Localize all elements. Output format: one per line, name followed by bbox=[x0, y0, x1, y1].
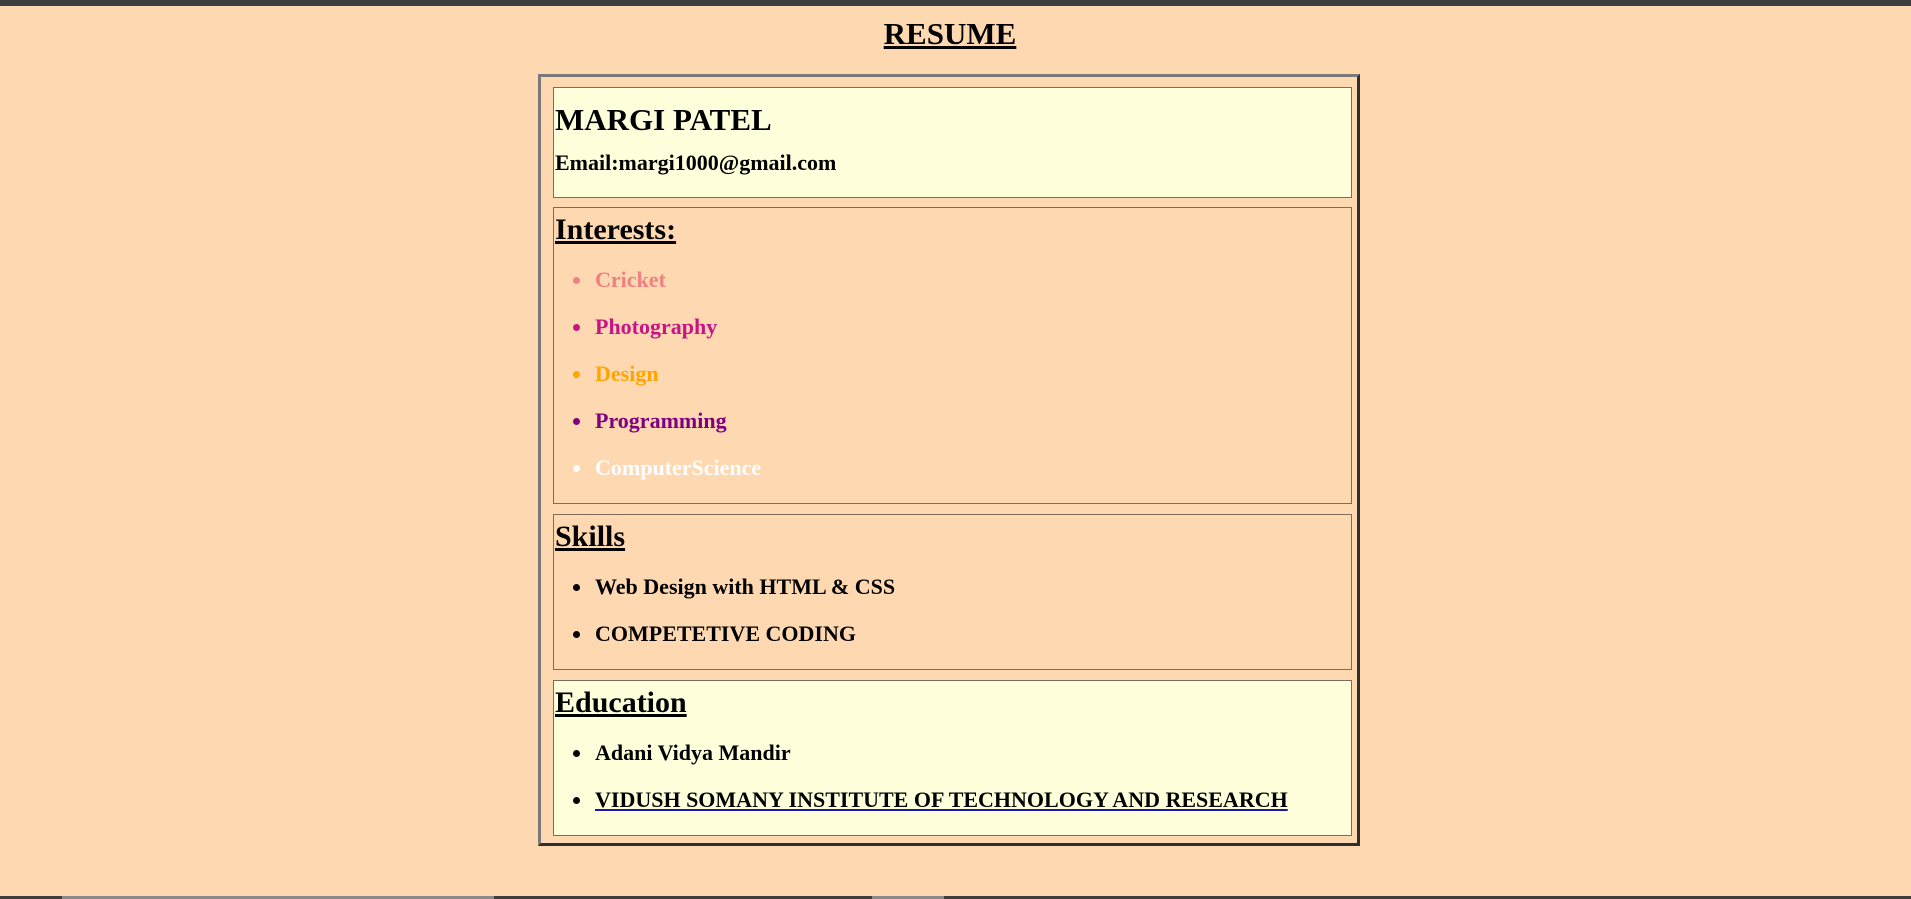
interest-item-design: Design bbox=[573, 361, 659, 386]
skills-section: Skills Web Design with HTML & CSS COMPET… bbox=[553, 514, 1352, 670]
email-text: Email:margi1000@gmail.com bbox=[555, 150, 837, 175]
header-section: MARGI PATEL Email:margi1000@gmail.com bbox=[553, 87, 1352, 198]
window-top-bar bbox=[0, 0, 1911, 6]
skill-item-competitive-coding: COMPETETIVE CODING bbox=[573, 621, 856, 646]
interests-heading: Interests: bbox=[555, 213, 677, 246]
candidate-name: MARGI PATEL bbox=[555, 102, 772, 137]
resume-frame: MARGI PATEL Email:margi1000@gmail.com In… bbox=[538, 74, 1360, 846]
page-title: RESUME bbox=[883, 16, 1017, 51]
institute-link[interactable]: VIDUSH SOMANY INSTITUTE OF TECHNOLOGY AN… bbox=[595, 787, 1288, 812]
interest-item-photography: Photography bbox=[572, 314, 718, 339]
interest-item-computer-science: ComputerScience bbox=[572, 455, 762, 480]
skill-item-web-design: Web Design with HTML & CSS bbox=[572, 574, 896, 599]
skills-heading: Skills bbox=[555, 520, 626, 553]
interest-item-cricket: Cricket bbox=[573, 267, 666, 292]
education-item-institute[interactable]: VIDUSH SOMANY INSTITUTE OF TECHNOLOGY AN… bbox=[573, 786, 1288, 814]
education-item-school: Adani Vidya Mandir bbox=[573, 740, 791, 765]
interest-item-programming: Programming bbox=[573, 408, 727, 433]
interests-section: Interests: Cricket Photography Design Pr… bbox=[553, 207, 1352, 504]
education-section: Education Adani Vidya Mandir VIDUSH SOMA… bbox=[553, 680, 1352, 836]
education-heading: Education bbox=[555, 686, 687, 719]
